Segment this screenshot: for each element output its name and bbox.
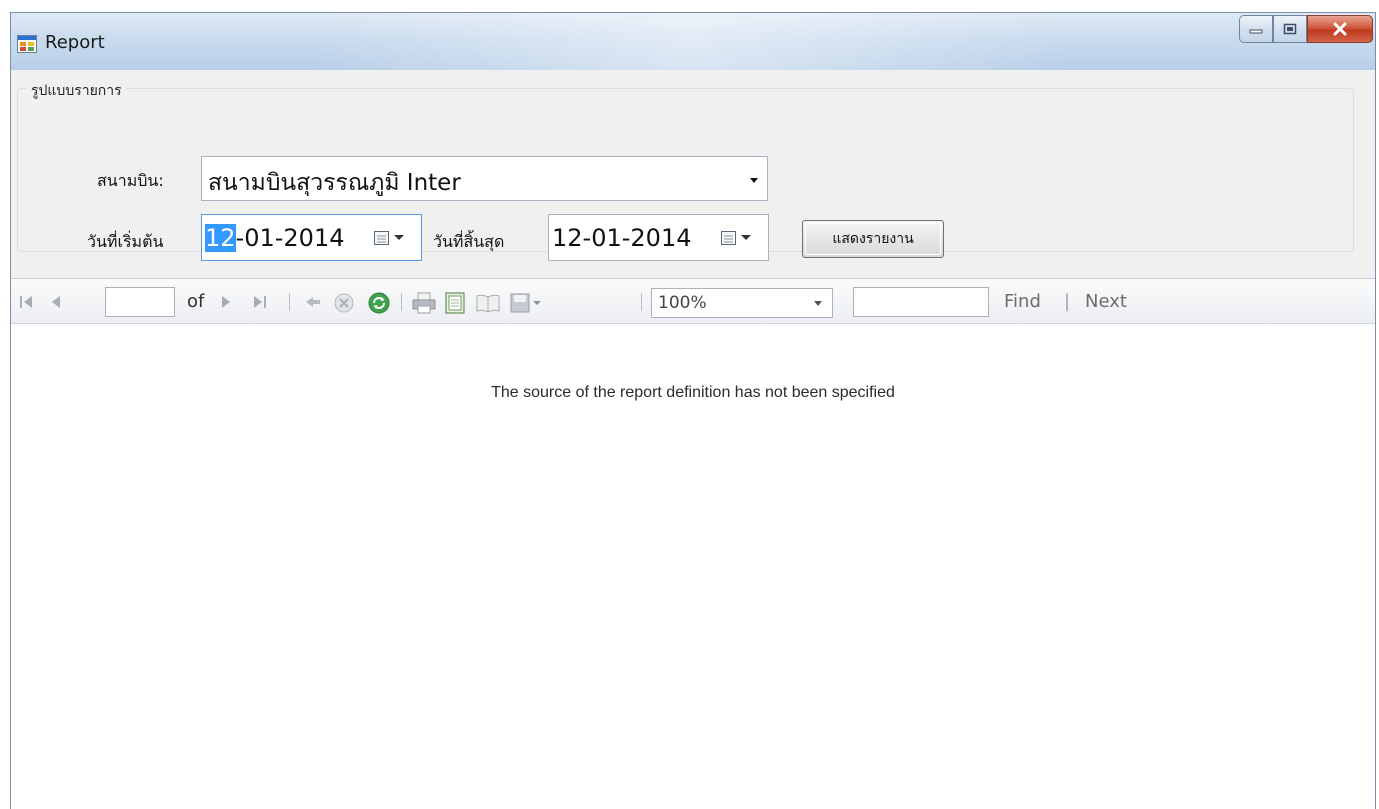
report-status-message: The source of the report definition has … [491, 384, 895, 401]
start-date-rest: -01-2014 [235, 224, 345, 252]
app-form-icon [17, 35, 37, 53]
show-report-button[interactable]: แสดงรายงาน [802, 220, 944, 258]
form-client-area: รูปแบบรายการ สนามบิน: สนามบินสุวรรณภูมิ … [11, 70, 1375, 809]
caption-buttons [1239, 15, 1373, 45]
airport-combobox[interactable]: สนามบินสุวรรณภูมิ Inter [201, 156, 768, 201]
chevron-down-icon[interactable] [749, 175, 759, 185]
title-bar[interactable]: Report [11, 13, 1375, 70]
toolbar-separator [289, 293, 290, 311]
next-link[interactable]: Next [1085, 291, 1127, 312]
page-number-input[interactable] [105, 287, 175, 317]
find-link[interactable]: Find [1004, 291, 1041, 312]
start-date-selected-part: 12 [205, 224, 236, 252]
refresh-icon[interactable] [367, 291, 391, 315]
find-text-input[interactable] [853, 287, 989, 317]
end-date-label: วันที่สิ้นสุด [433, 232, 505, 251]
minimize-button[interactable] [1239, 15, 1273, 43]
print-layout-icon[interactable] [443, 291, 467, 315]
airport-selected-value: สนามบินสุวรรณภูมิ Inter [208, 170, 461, 196]
airport-label: สนามบิน: [97, 171, 164, 190]
export-icon[interactable] [509, 291, 543, 315]
back-icon[interactable] [303, 292, 323, 312]
previous-page-icon[interactable] [47, 293, 65, 311]
close-icon [1333, 22, 1347, 36]
zoom-combobox[interactable]: 100% [651, 288, 833, 318]
maximize-button[interactable] [1273, 15, 1307, 43]
print-icon[interactable] [411, 291, 437, 315]
end-date-value: 12-01-2014 [552, 224, 692, 252]
first-page-icon[interactable] [17, 293, 35, 311]
last-page-icon[interactable] [251, 293, 271, 311]
report-viewer-area[interactable]: The source of the report definition has … [11, 324, 1375, 809]
close-button[interactable] [1307, 15, 1373, 43]
start-date-picker[interactable]: 12-01-2014 [201, 214, 422, 261]
groupbox-legend: รูปแบบรายการ [27, 80, 126, 102]
calendar-icon[interactable] [373, 229, 409, 247]
calendar-icon[interactable] [720, 229, 756, 247]
toolbar-separator [641, 293, 642, 311]
stop-icon[interactable] [333, 292, 355, 314]
window-title: Report [45, 32, 105, 53]
page-setup-icon[interactable] [475, 292, 501, 314]
find-next-separator: | [1064, 291, 1071, 312]
minimize-icon [1249, 29, 1263, 34]
next-page-icon[interactable] [217, 293, 235, 311]
report-window: Report รูปแบบรายการ สนามบิน: สนามบินสุวร… [10, 12, 1376, 809]
maximize-icon [1283, 23, 1297, 35]
page-of-label: of [187, 291, 205, 312]
report-viewer-toolbar: of 100% Find | Next [11, 278, 1375, 324]
chevron-down-icon[interactable] [814, 301, 822, 307]
start-date-label: วันที่เริ่มต้น [87, 232, 164, 251]
start-date-value: 12-01-2014 [205, 224, 344, 252]
toolbar-separator [401, 293, 402, 311]
zoom-value: 100% [658, 293, 707, 313]
end-date-picker[interactable]: 12-01-2014 [548, 214, 769, 261]
